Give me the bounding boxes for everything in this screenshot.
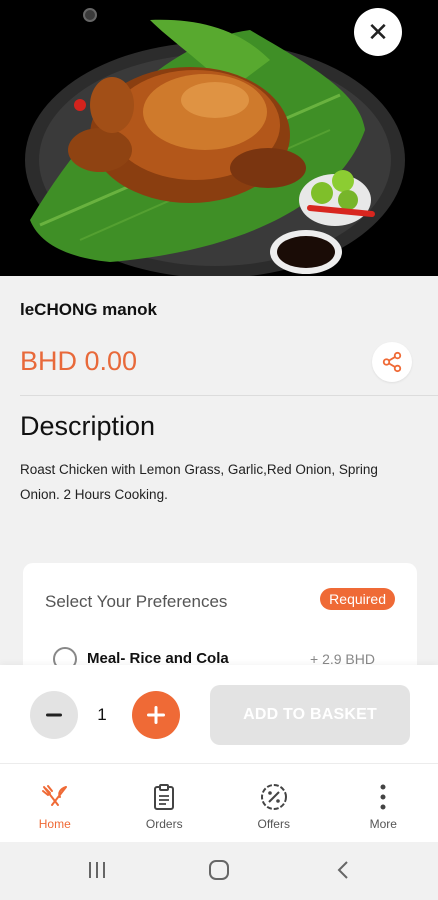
nav-item-orders[interactable]: Orders	[110, 764, 220, 842]
recent-apps-icon[interactable]	[86, 859, 108, 881]
more-vertical-icon	[380, 784, 386, 810]
percent-badge-icon	[260, 784, 287, 810]
cart-action-bar: 1 ADD TO BASKET	[0, 665, 438, 763]
product-image: ✕	[0, 0, 438, 276]
minus-icon	[46, 713, 62, 717]
divider	[20, 395, 438, 396]
back-icon[interactable]	[332, 859, 354, 881]
nav-label-home: Home	[38, 817, 71, 831]
decrease-quantity-button[interactable]	[30, 691, 78, 739]
share-icon	[382, 351, 402, 373]
close-button[interactable]: ✕	[354, 8, 402, 56]
nav-item-home[interactable]: Home	[0, 764, 110, 842]
product-name: leCHONG manok	[20, 300, 157, 319]
description-heading: Description	[20, 411, 156, 441]
bottom-navigation: Home Orders Offers More	[0, 763, 438, 842]
nav-label-offers: Offers	[257, 817, 290, 831]
plus-icon	[147, 706, 165, 724]
add-to-basket-button[interactable]: ADD TO BASKET	[210, 685, 410, 745]
product-price: BHD 0.00	[20, 346, 138, 376]
nav-item-more[interactable]: More	[329, 764, 438, 842]
share-button[interactable]	[372, 342, 412, 382]
nav-item-offers[interactable]: Offers	[219, 764, 329, 842]
system-navigation-bar	[0, 842, 438, 900]
increase-quantity-button[interactable]	[132, 691, 180, 739]
preferences-title: Select Your Preferences	[45, 592, 228, 611]
nav-label-more: More	[369, 817, 397, 831]
quantity-value: 1	[97, 705, 107, 724]
close-icon: ✕	[367, 16, 389, 47]
home-icon[interactable]	[208, 859, 230, 881]
fork-knife-icon	[41, 785, 67, 806]
nav-label-orders: Orders	[145, 817, 183, 831]
clipboard-icon	[154, 784, 175, 810]
camera-indicator	[83, 8, 97, 22]
description-text: Roast Chicken with Lemon Grass, Garlic,R…	[20, 462, 378, 502]
required-badge: Required	[320, 588, 395, 610]
